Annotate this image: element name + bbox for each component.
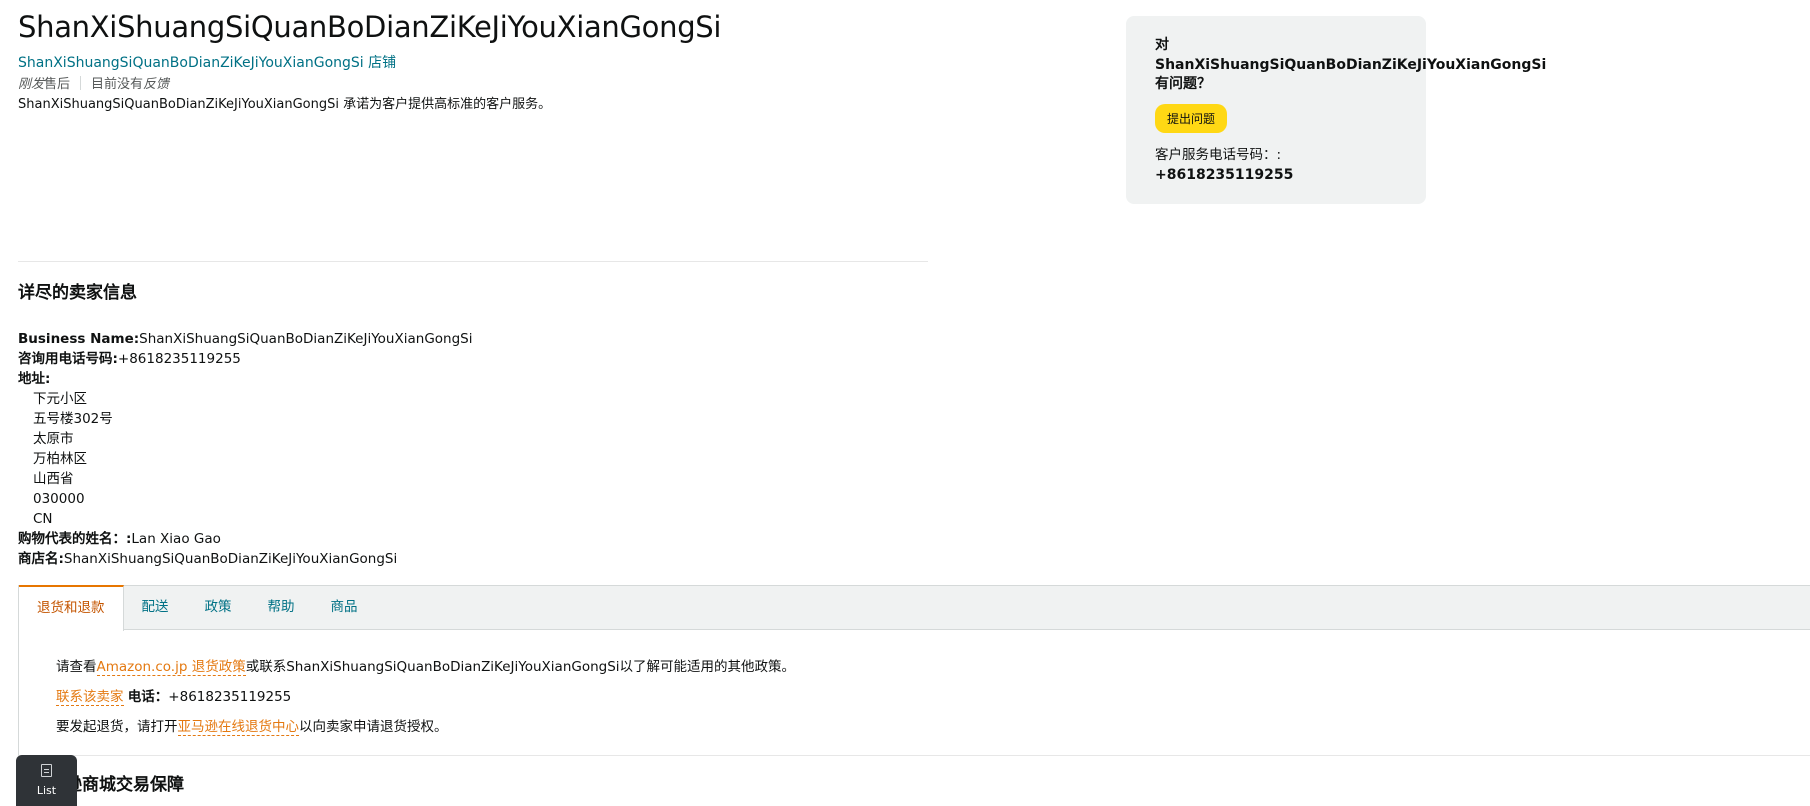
customer-phone-label: 客户服务电话号码：: <box>1155 146 1282 163</box>
seller-details-heading: 详尽的卖家信息 <box>18 283 137 303</box>
store-link[interactable]: ShanXiShuangSiQuanBoDianZiKeJiYouXianGon… <box>18 52 396 72</box>
returns-pre: 请查看 <box>56 659 97 675</box>
feedback-label: 反馈 <box>143 77 170 92</box>
feedback-none-label: 目前没有 <box>91 77 144 92</box>
returns-policy-line: 请查看Amazon.co.jp 退货政策或联系ShanXiShuangSiQua… <box>56 657 1810 678</box>
policy-tabs: 退货和退款 配送 政策 帮助 商品 请查看Amazon.co.jp 退货政策或联… <box>18 585 1810 756</box>
address-line: CN <box>33 511 53 527</box>
tab-returns[interactable]: 退货和退款 <box>19 585 124 631</box>
address-line: 五号楼302号 <box>33 411 113 427</box>
returns-center-link[interactable]: 亚马逊在线退货中心 <box>177 719 299 736</box>
separator <box>80 75 82 90</box>
customer-phone: +8618235119255 <box>1155 166 1294 183</box>
address-line: 030000 <box>33 491 85 507</box>
feedback-aftersale-label: 售后 <box>44 77 71 92</box>
business-name-label: Business Name: <box>18 331 140 347</box>
business-name-row: Business Name:ShanXiShuangSiQuanBoDianZi… <box>18 329 472 349</box>
rep-row: 购物代表的姓名：:Lan Xiao Gao <box>18 529 472 549</box>
service-commitment: ShanXiShuangSiQuanBoDianZiKeJiYouXianGon… <box>18 97 552 112</box>
store-title: ShanXiShuangSiQuanBoDianZiKeJiYouXianGon… <box>18 10 722 44</box>
feedback-new-label: 刚发 <box>18 77 45 92</box>
list-button[interactable]: List <box>16 755 77 806</box>
returns-post: 或联系ShanXiShuangSiQuanBoDianZiKeJiYouXian… <box>245 659 796 675</box>
address-label: 地址: <box>18 371 51 387</box>
contact-seller-box: 对 ShanXiShuangSiQuanBoDianZiKeJiYouXianG… <box>1126 16 1547 204</box>
rep-label: 购物代表的姓名：: <box>18 531 132 547</box>
returns-policy-link[interactable]: Amazon.co.jp 退货政策 <box>96 659 246 676</box>
shop-value: ShanXiShuangSiQuanBoDianZiKeJiYouXianGon… <box>63 551 398 567</box>
phone-value: +8618235119255 <box>117 351 241 367</box>
tab-products[interactable]: 商品 <box>313 586 376 629</box>
feedback-summary: 刚发 售后 目前没有 反馈 <box>18 73 169 92</box>
ask-question-button[interactable]: 提出问题 <box>1155 103 1228 133</box>
shop-row: 商店名:ShanXiShuangSiQuanBoDianZiKeJiYouXia… <box>18 549 472 569</box>
address-line: 太原市 <box>33 431 74 447</box>
returns-center-pre: 要发起退货，请打开 <box>56 719 178 735</box>
address-line: 山西省 <box>33 471 74 487</box>
address-line: 万柏林区 <box>33 451 87 467</box>
contact-line: 联系该卖家 电话：+8618235119255 <box>56 687 1810 708</box>
contact-seller-link[interactable]: 联系该卖家 <box>56 689 124 706</box>
address-line: 下元小区 <box>33 391 87 407</box>
section-divider <box>18 261 928 262</box>
document-icon <box>41 764 52 777</box>
question-prefix: 对 <box>1155 37 1169 53</box>
returns-phone: +8618235119255 <box>168 689 292 705</box>
shop-label: 商店名: <box>18 551 64 567</box>
returns-content: 请查看Amazon.co.jp 退货政策或联系ShanXiShuangSiQua… <box>19 630 1810 738</box>
question-seller-name: ShanXiShuangSiQuanBoDianZiKeJiYouXianGon… <box>1155 56 1547 73</box>
phone-label: 咨询用电话号码: <box>18 351 118 367</box>
tab-policies[interactable]: 政策 <box>187 586 250 629</box>
seller-details: Business Name:ShanXiShuangSiQuanBoDianZi… <box>18 329 472 569</box>
rep-value: Lan Xiao Gao <box>131 531 221 547</box>
question-heading: 对 ShanXiShuangSiQuanBoDianZiKeJiYouXianG… <box>1155 36 1547 95</box>
tab-bar: 退货和退款 配送 政策 帮助 商品 <box>19 585 1810 631</box>
question-suffix: 有问题？ <box>1155 76 1211 92</box>
returns-phone-label: 电话： <box>127 689 169 705</box>
returns-center-post: 以向卖家申请退货授权。 <box>299 719 448 735</box>
returns-center-line: 要发起退货，请打开亚马逊在线退货中心以向卖家申请退货授权。 <box>56 717 1810 738</box>
list-button-label: List <box>36 784 57 797</box>
tab-shipping[interactable]: 配送 <box>124 586 187 629</box>
tab-help[interactable]: 帮助 <box>250 586 313 629</box>
business-name-value: ShanXiShuangSiQuanBoDianZiKeJiYouXianGon… <box>139 331 473 347</box>
phone-row: 咨询用电话号码:+8618235119255 <box>18 349 472 369</box>
